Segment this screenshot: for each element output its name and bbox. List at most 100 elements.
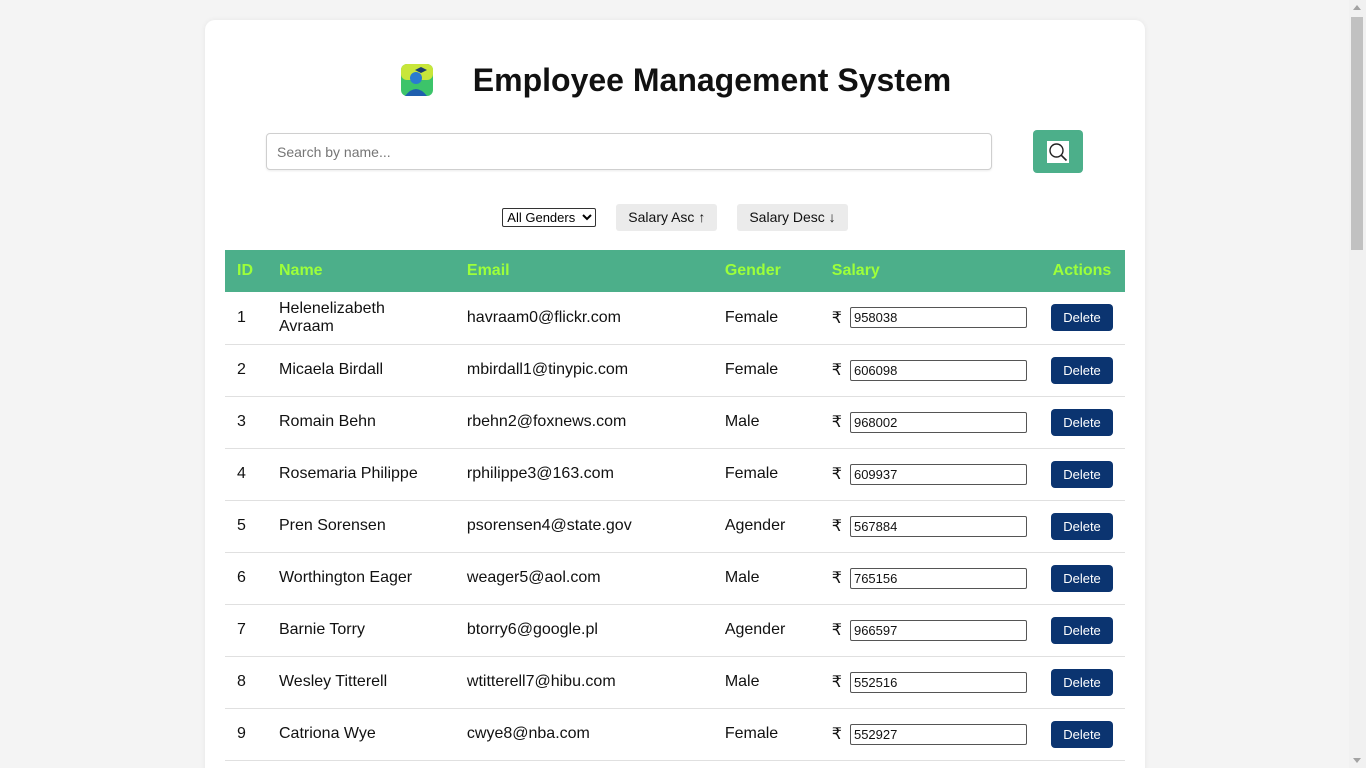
cell-id: 3 xyxy=(237,413,246,430)
salary-input[interactable] xyxy=(849,359,1027,381)
delete-button[interactable]: Delete xyxy=(1051,616,1113,644)
cell-actions: Delete xyxy=(1039,448,1125,500)
cell-email: havraam0@flickr.com xyxy=(466,308,621,326)
cell-id: 7 xyxy=(237,621,246,638)
cell-email: cwye8@nba.com xyxy=(466,725,590,742)
rupee-icon: ₹ xyxy=(831,309,842,327)
rupee-icon: ₹ xyxy=(831,414,842,431)
cell-gender: Female xyxy=(724,725,779,742)
delete-button[interactable]: Delete xyxy=(1051,720,1113,748)
salary-input[interactable] xyxy=(849,515,1027,537)
app-header: Employee Management System xyxy=(205,58,1145,102)
table-row: 7 Barnie Torry btorry6@google.pl Agender ₹ De… xyxy=(225,604,1125,656)
delete-button[interactable]: Delete xyxy=(1051,408,1113,436)
cell-salary: ₹ xyxy=(820,604,1039,656)
rupee-icon: ₹ xyxy=(831,674,842,691)
cell-gender: Male xyxy=(724,673,760,690)
cell-id: 5 xyxy=(237,517,246,534)
salary-input[interactable] xyxy=(849,619,1027,641)
table-row: 8 Wesley Titterell wtitterell7@hibu.com Mal… xyxy=(225,656,1125,708)
cell-email: btorry6@google.pl xyxy=(466,621,598,638)
cell-salary: ₹ xyxy=(820,500,1039,552)
cell-gender: Male xyxy=(724,569,760,586)
delete-button[interactable]: Delete xyxy=(1051,460,1113,488)
salary-desc-button[interactable]: Salary Desc ↓ xyxy=(737,203,848,231)
rupee-icon: ₹ xyxy=(831,622,842,639)
salary-input[interactable] xyxy=(849,723,1027,745)
table-body: 1 Helenelizabeth Avraam havraam0@flickr.co… xyxy=(225,292,1125,760)
cell-email: rbehn2@foxnews.com xyxy=(466,413,627,430)
cell-gender: Agender xyxy=(724,517,786,534)
column-header-name: Name xyxy=(278,262,323,279)
cell-name: Helenelizabeth Avraam xyxy=(278,299,385,335)
salary-asc-button[interactable]: Salary Asc ↑ xyxy=(616,203,718,231)
rupee-icon: ₹ xyxy=(831,570,842,587)
rupee-icon: ₹ xyxy=(831,362,842,379)
column-header-gender: Gender xyxy=(724,262,781,279)
cell-email: wtitterell7@hibu.com xyxy=(466,673,616,690)
delete-button[interactable]: Delete xyxy=(1051,668,1113,696)
salary-editor: ₹ xyxy=(831,515,1027,537)
salary-input[interactable] xyxy=(849,411,1027,433)
cell-actions: Delete xyxy=(1039,604,1125,656)
cell-name: Barnie Torry xyxy=(278,621,365,638)
cell-actions: Delete xyxy=(1039,500,1125,552)
cell-name: Pren Sorensen xyxy=(278,517,386,534)
cell-actions: Delete xyxy=(1039,708,1125,760)
page-title: Employee Management System xyxy=(472,61,952,98)
cell-id: 1 xyxy=(237,308,246,326)
cell-salary: ₹ xyxy=(820,344,1039,396)
cell-gender: Agender xyxy=(724,621,786,638)
column-header-email: Email xyxy=(466,262,510,279)
cell-salary: ₹ xyxy=(820,552,1039,604)
cell-salary: ₹ xyxy=(820,396,1039,448)
table-header-row: ID Name Email Gender Salary Actions xyxy=(225,250,1125,292)
delete-button[interactable]: Delete xyxy=(1051,512,1113,540)
search-input[interactable] xyxy=(266,133,992,170)
cell-name: Wesley Titterell xyxy=(278,673,388,690)
salary-input[interactable] xyxy=(849,567,1027,589)
column-header-salary: Salary xyxy=(831,262,880,279)
cell-email: rphilippe3@163.com xyxy=(466,465,614,482)
page-scrollbar[interactable] xyxy=(1349,0,1366,768)
delete-button[interactable]: Delete xyxy=(1051,564,1113,592)
cell-gender: Female xyxy=(724,308,779,326)
employee-logo-icon xyxy=(400,64,433,96)
cell-actions: Delete xyxy=(1039,656,1125,708)
cell-name: Rosemaria Philippe xyxy=(278,465,418,482)
salary-editor: ₹ xyxy=(831,723,1027,745)
cell-name: Catriona Wye xyxy=(278,725,376,742)
search-row xyxy=(266,130,1084,174)
table-row: 2 Micaela Birdall mbirdall1@tinypic.com Fem… xyxy=(225,344,1125,396)
table-row: 4 Rosemaria Philippe rphilippe3@163.com Fem… xyxy=(225,448,1125,500)
rupee-icon: ₹ xyxy=(831,518,842,535)
scrollbar-thumb[interactable] xyxy=(1351,17,1363,250)
filter-bar: All Genders Salary Asc ↑ Salary Desc ↓ xyxy=(205,203,1145,231)
employee-table: ID Name Email Gender Salary Actions 1 Hel… xyxy=(225,250,1125,761)
cell-gender: Female xyxy=(724,361,779,378)
delete-button[interactable]: Delete xyxy=(1051,356,1113,384)
cell-email: psorensen4@state.gov xyxy=(466,517,632,534)
gender-filter-select[interactable]: All Genders xyxy=(502,207,597,227)
salary-editor: ₹ xyxy=(831,307,1027,329)
search-button[interactable] xyxy=(1033,130,1083,173)
table-row: 3 Romain Behn rbehn2@foxnews.com Male ₹ Delet… xyxy=(225,396,1125,448)
table-row: 6 Worthington Eager weager5@aol.com Male ₹ De… xyxy=(225,552,1125,604)
salary-input[interactable] xyxy=(849,307,1027,329)
scroll-down-arrow-icon[interactable] xyxy=(1353,758,1361,763)
salary-input[interactable] xyxy=(849,671,1027,693)
salary-editor: ₹ xyxy=(831,567,1027,589)
cell-actions: Delete xyxy=(1039,292,1125,344)
cell-email: mbirdall1@tinypic.com xyxy=(466,361,629,378)
rupee-icon: ₹ xyxy=(831,466,842,483)
cell-salary: ₹ xyxy=(820,292,1039,344)
delete-button[interactable]: Delete xyxy=(1051,304,1113,332)
rupee-icon: ₹ xyxy=(831,726,842,743)
scroll-up-arrow-icon[interactable] xyxy=(1353,5,1361,10)
cell-actions: Delete xyxy=(1039,344,1125,396)
cell-id: 4 xyxy=(237,465,246,482)
salary-input[interactable] xyxy=(849,463,1027,485)
salary-editor: ₹ xyxy=(831,359,1027,381)
cell-name: Micaela Birdall xyxy=(278,361,384,378)
table-row: 5 Pren Sorensen psorensen4@state.gov Agende… xyxy=(225,500,1125,552)
